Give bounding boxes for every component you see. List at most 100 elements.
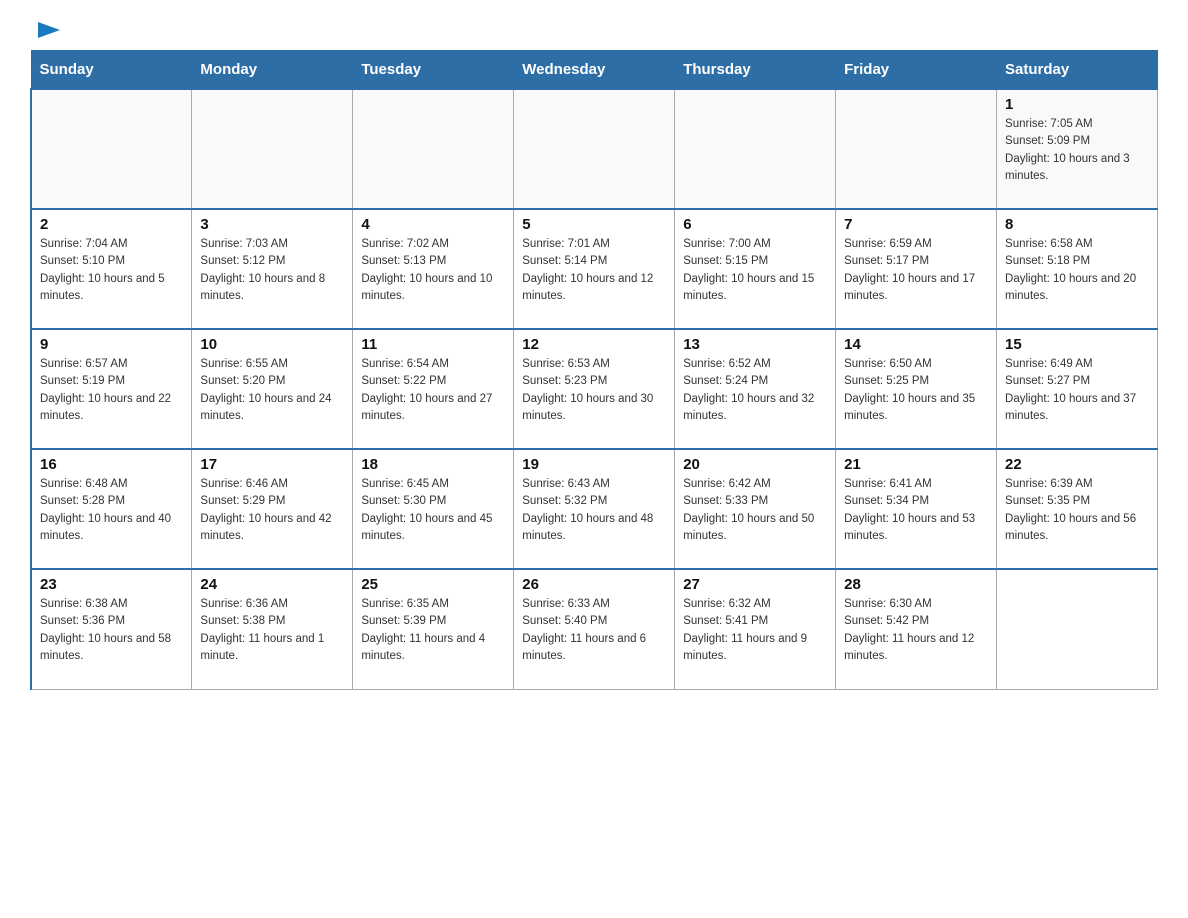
day-info: Sunrise: 6:53 AM Sunset: 5:23 PM Dayligh… (522, 356, 666, 425)
day-info: Sunrise: 6:57 AM Sunset: 5:19 PM Dayligh… (40, 356, 183, 425)
day-number: 25 (361, 576, 505, 593)
day-number: 13 (683, 336, 827, 353)
day-info: Sunrise: 6:41 AM Sunset: 5:34 PM Dayligh… (844, 476, 988, 545)
day-info: Sunrise: 6:48 AM Sunset: 5:28 PM Dayligh… (40, 476, 183, 545)
day-number: 24 (200, 576, 344, 593)
calendar-cell: 9 Sunrise: 6:57 AM Sunset: 5:19 PM Daylig… (31, 329, 192, 449)
calendar-week-row: 1 Sunrise: 7:05 AM Sunset: 5:09 PM Daylig… (31, 89, 1158, 209)
day-info: Sunrise: 7:04 AM Sunset: 5:10 PM Dayligh… (40, 236, 183, 305)
day-info: Sunrise: 7:05 AM Sunset: 5:09 PM Dayligh… (1005, 116, 1149, 185)
day-number: 11 (361, 336, 505, 353)
day-info: Sunrise: 6:59 AM Sunset: 5:17 PM Dayligh… (844, 236, 988, 305)
day-number: 7 (844, 216, 988, 233)
day-number: 20 (683, 456, 827, 473)
calendar-cell: 26 Sunrise: 6:33 AM Sunset: 5:40 PM Dayli… (514, 569, 675, 689)
calendar-week-row: 9 Sunrise: 6:57 AM Sunset: 5:19 PM Daylig… (31, 329, 1158, 449)
header-tuesday: Tuesday (353, 51, 514, 90)
calendar-cell (192, 89, 353, 209)
day-number: 28 (844, 576, 988, 593)
day-number: 8 (1005, 216, 1149, 233)
calendar-header-row: SundayMondayTuesdayWednesdayThursdayFrid… (31, 51, 1158, 90)
day-number: 19 (522, 456, 666, 473)
calendar-cell: 18 Sunrise: 6:45 AM Sunset: 5:30 PM Dayli… (353, 449, 514, 569)
calendar-cell: 28 Sunrise: 6:30 AM Sunset: 5:42 PM Dayli… (836, 569, 997, 689)
calendar-cell: 10 Sunrise: 6:55 AM Sunset: 5:20 PM Dayli… (192, 329, 353, 449)
day-number: 26 (522, 576, 666, 593)
day-number: 17 (200, 456, 344, 473)
calendar-cell: 21 Sunrise: 6:41 AM Sunset: 5:34 PM Dayli… (836, 449, 997, 569)
calendar-cell: 5 Sunrise: 7:01 AM Sunset: 5:14 PM Daylig… (514, 209, 675, 329)
calendar-cell: 12 Sunrise: 6:53 AM Sunset: 5:23 PM Dayli… (514, 329, 675, 449)
day-info: Sunrise: 6:43 AM Sunset: 5:32 PM Dayligh… (522, 476, 666, 545)
calendar-cell: 3Sunrise: 7:03 AM Sunset: 5:12 PM Daylig… (192, 209, 353, 329)
day-info: Sunrise: 6:39 AM Sunset: 5:35 PM Dayligh… (1005, 476, 1149, 545)
day-info: Sunrise: 7:01 AM Sunset: 5:14 PM Dayligh… (522, 236, 666, 305)
calendar-cell: 27 Sunrise: 6:32 AM Sunset: 5:41 PM Dayli… (675, 569, 836, 689)
day-number: 22 (1005, 456, 1149, 473)
day-info: Sunrise: 6:50 AM Sunset: 5:25 PM Dayligh… (844, 356, 988, 425)
header-thursday: Thursday (675, 51, 836, 90)
day-number: 15 (1005, 336, 1149, 353)
calendar-week-row: 23 Sunrise: 6:38 AM Sunset: 5:36 PM Dayli… (31, 569, 1158, 689)
day-info: Sunrise: 6:58 AM Sunset: 5:18 PM Dayligh… (1005, 236, 1149, 305)
calendar-cell: 19 Sunrise: 6:43 AM Sunset: 5:32 PM Dayli… (514, 449, 675, 569)
day-number: 14 (844, 336, 988, 353)
day-number: 9 (40, 336, 183, 353)
page-header (30, 20, 1158, 40)
calendar-cell: 24 Sunrise: 6:36 AM Sunset: 5:38 PM Dayli… (192, 569, 353, 689)
day-info: Sunrise: 6:36 AM Sunset: 5:38 PM Dayligh… (200, 596, 344, 665)
day-info: Sunrise: 6:55 AM Sunset: 5:20 PM Dayligh… (200, 356, 344, 425)
header-sunday: Sunday (31, 51, 192, 90)
calendar-cell: 23 Sunrise: 6:38 AM Sunset: 5:36 PM Dayli… (31, 569, 192, 689)
calendar-cell: 1 Sunrise: 7:05 AM Sunset: 5:09 PM Daylig… (997, 89, 1158, 209)
calendar-cell: 6Sunrise: 7:00 AM Sunset: 5:15 PM Daylig… (675, 209, 836, 329)
day-number: 12 (522, 336, 666, 353)
header-wednesday: Wednesday (514, 51, 675, 90)
calendar-cell: 25 Sunrise: 6:35 AM Sunset: 5:39 PM Dayli… (353, 569, 514, 689)
calendar-cell (31, 89, 192, 209)
day-info: Sunrise: 6:45 AM Sunset: 5:30 PM Dayligh… (361, 476, 505, 545)
day-number: 1 (1005, 96, 1149, 113)
day-number: 3 (200, 216, 344, 233)
day-info: Sunrise: 6:30 AM Sunset: 5:42 PM Dayligh… (844, 596, 988, 665)
calendar-cell (997, 569, 1158, 689)
day-number: 27 (683, 576, 827, 593)
calendar-cell (353, 89, 514, 209)
day-info: Sunrise: 6:35 AM Sunset: 5:39 PM Dayligh… (361, 596, 505, 665)
day-info: Sunrise: 6:49 AM Sunset: 5:27 PM Dayligh… (1005, 356, 1149, 425)
day-number: 5 (522, 216, 666, 233)
calendar-cell (514, 89, 675, 209)
header-saturday: Saturday (997, 51, 1158, 90)
calendar-table: SundayMondayTuesdayWednesdayThursdayFrid… (30, 50, 1158, 690)
day-number: 6 (683, 216, 827, 233)
calendar-cell: 11 Sunrise: 6:54 AM Sunset: 5:22 PM Dayli… (353, 329, 514, 449)
calendar-cell: 14 Sunrise: 6:50 AM Sunset: 5:25 PM Dayli… (836, 329, 997, 449)
calendar-cell (836, 89, 997, 209)
day-info: Sunrise: 6:42 AM Sunset: 5:33 PM Dayligh… (683, 476, 827, 545)
calendar-cell: 13 Sunrise: 6:52 AM Sunset: 5:24 PM Dayli… (675, 329, 836, 449)
day-number: 16 (40, 456, 183, 473)
day-info: Sunrise: 6:54 AM Sunset: 5:22 PM Dayligh… (361, 356, 505, 425)
day-info: Sunrise: 6:46 AM Sunset: 5:29 PM Dayligh… (200, 476, 344, 545)
calendar-cell: 4 Sunrise: 7:02 AM Sunset: 5:13 PM Daylig… (353, 209, 514, 329)
calendar-cell: 22 Sunrise: 6:39 AM Sunset: 5:35 PM Dayli… (997, 449, 1158, 569)
day-info: Sunrise: 6:52 AM Sunset: 5:24 PM Dayligh… (683, 356, 827, 425)
logo (30, 20, 64, 40)
calendar-cell: 8 Sunrise: 6:58 AM Sunset: 5:18 PM Daylig… (997, 209, 1158, 329)
day-info: Sunrise: 6:32 AM Sunset: 5:41 PM Dayligh… (683, 596, 827, 665)
day-number: 4 (361, 216, 505, 233)
day-number: 18 (361, 456, 505, 473)
day-number: 10 (200, 336, 344, 353)
calendar-cell (675, 89, 836, 209)
calendar-cell: 17 Sunrise: 6:46 AM Sunset: 5:29 PM Dayli… (192, 449, 353, 569)
day-info: Sunrise: 6:38 AM Sunset: 5:36 PM Dayligh… (40, 596, 183, 665)
calendar-week-row: 16 Sunrise: 6:48 AM Sunset: 5:28 PM Dayli… (31, 449, 1158, 569)
calendar-week-row: 2Sunrise: 7:04 AM Sunset: 5:10 PM Daylig… (31, 209, 1158, 329)
day-info: Sunrise: 6:33 AM Sunset: 5:40 PM Dayligh… (522, 596, 666, 665)
calendar-cell: 2Sunrise: 7:04 AM Sunset: 5:10 PM Daylig… (31, 209, 192, 329)
day-info: Sunrise: 7:02 AM Sunset: 5:13 PM Dayligh… (361, 236, 505, 305)
calendar-cell: 20 Sunrise: 6:42 AM Sunset: 5:33 PM Dayli… (675, 449, 836, 569)
header-monday: Monday (192, 51, 353, 90)
day-number: 23 (40, 576, 183, 593)
day-number: 21 (844, 456, 988, 473)
